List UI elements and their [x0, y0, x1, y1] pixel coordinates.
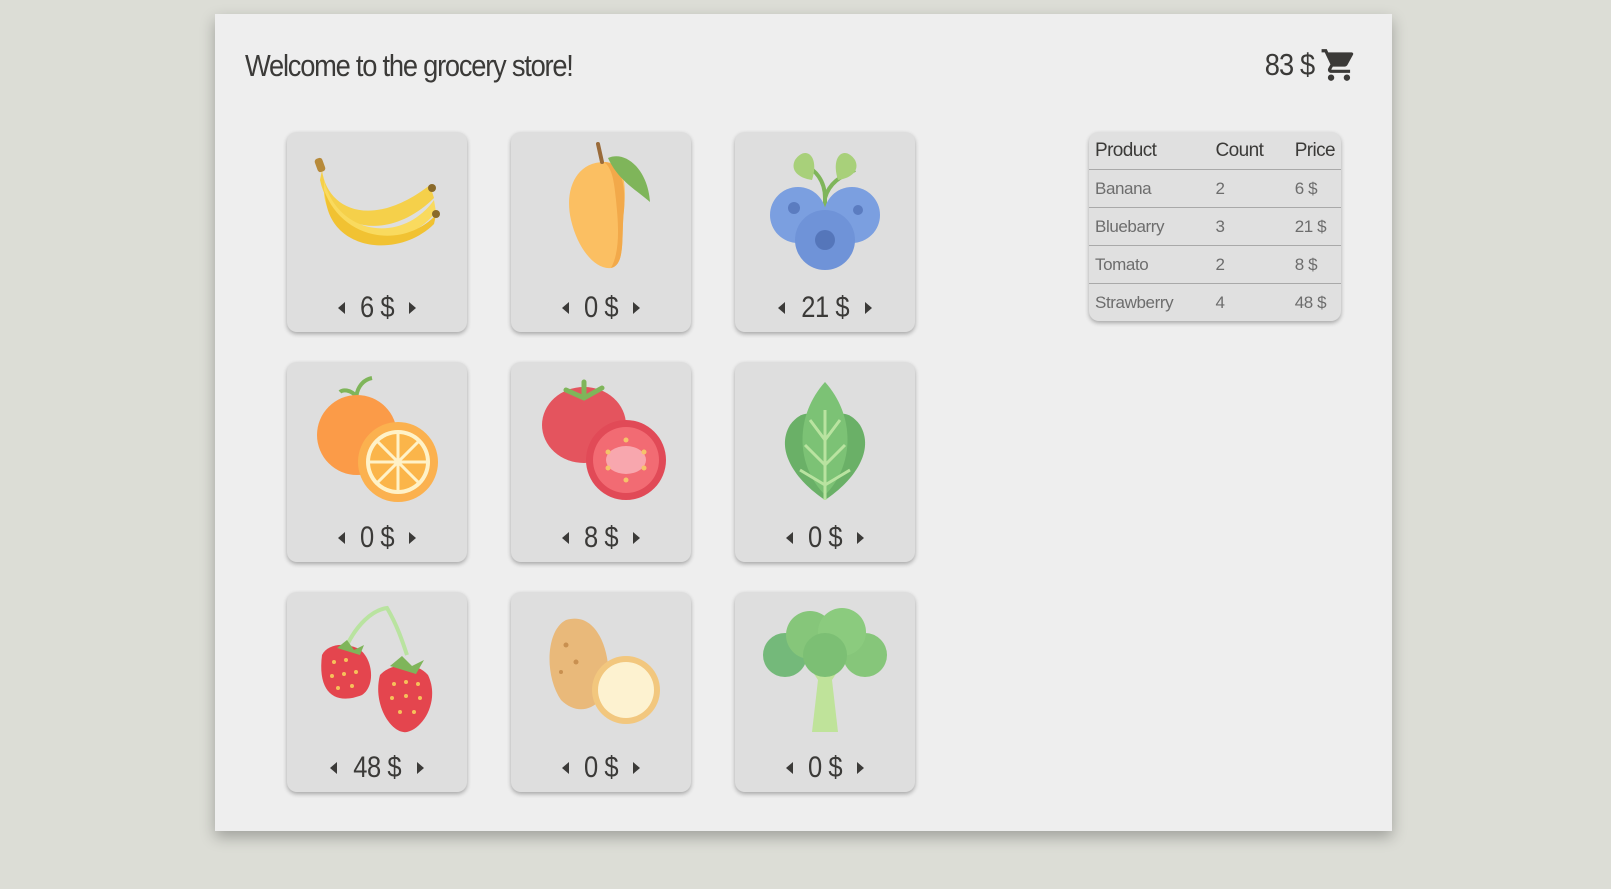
- decrease-arrow[interactable]: [777, 302, 785, 314]
- product-price: 8 $: [583, 521, 619, 554]
- tomato-icon: [542, 379, 666, 500]
- cell-price: 8 $: [1288, 245, 1341, 284]
- potato-icon: [549, 618, 660, 724]
- decrease-arrow[interactable]: [337, 532, 345, 544]
- cell-product: Strawberry: [1089, 283, 1210, 321]
- blueberry-icon: [770, 152, 880, 270]
- header-price: Price: [1294, 139, 1336, 161]
- product-card-potato[interactable]: 0 $: [511, 592, 691, 792]
- decrease-arrow[interactable]: [561, 532, 569, 544]
- shopping-cart-icon[interactable]: [1320, 46, 1358, 84]
- increase-arrow[interactable]: [633, 762, 641, 774]
- table-row: Bluebarry 3 21 $: [1089, 207, 1341, 246]
- cell-count: 2: [1209, 245, 1289, 284]
- cell-product: Banana: [1089, 169, 1210, 208]
- product-price: 0 $: [807, 521, 843, 554]
- increase-arrow[interactable]: [409, 302, 417, 314]
- decrease-arrow[interactable]: [785, 532, 793, 544]
- increase-arrow[interactable]: [865, 302, 873, 314]
- increase-arrow[interactable]: [633, 302, 641, 314]
- mango-icon: [569, 142, 650, 269]
- product-card-strawberry[interactable]: 48 $: [287, 592, 467, 792]
- cell-count: 3: [1209, 207, 1289, 246]
- product-price: 0 $: [359, 521, 395, 554]
- product-price: 0 $: [807, 751, 843, 784]
- cell-count: 2: [1209, 169, 1289, 208]
- product-card-banana[interactable]: 6 $: [287, 132, 467, 332]
- price-control: 48 $: [287, 750, 467, 786]
- cart-table: Product Count Price Banana 2 6 $ Bluebar…: [1089, 132, 1341, 321]
- banana-icon: [314, 157, 440, 246]
- product-card-orange[interactable]: 0 $: [287, 362, 467, 562]
- price-control: 0 $: [735, 520, 915, 556]
- table-row: Tomato 2 8 $: [1089, 245, 1341, 284]
- header-count: Count: [1215, 139, 1264, 161]
- increase-arrow[interactable]: [417, 762, 425, 774]
- product-grid: 6 $ 0 $ 21 $ 0 $ 8 $ 0 $ 48 $ 0 $ 0 $: [287, 132, 915, 792]
- table-header-row: Product Count Price: [1089, 132, 1341, 170]
- broccoli-icon: [763, 608, 887, 732]
- strawberry-icon: [321, 605, 433, 733]
- product-card-mango[interactable]: 0 $: [511, 132, 691, 332]
- cart-total: 83 $: [1264, 47, 1314, 82]
- increase-arrow[interactable]: [857, 532, 865, 544]
- product-price: 0 $: [583, 291, 619, 324]
- store-panel: Welcome to the grocery store! 83 $ 6 $ 0…: [215, 14, 1392, 831]
- table-row: Banana 2 6 $: [1089, 169, 1341, 208]
- price-control: 0 $: [511, 750, 691, 786]
- increase-arrow[interactable]: [857, 762, 865, 774]
- product-card-spinach[interactable]: 0 $: [735, 362, 915, 562]
- decrease-arrow[interactable]: [561, 762, 569, 774]
- product-card-blueberry[interactable]: 21 $: [735, 132, 915, 332]
- decrease-arrow[interactable]: [329, 762, 337, 774]
- spinach-icon: [784, 382, 866, 500]
- cell-price: 6 $: [1288, 169, 1341, 208]
- decrease-arrow[interactable]: [561, 302, 569, 314]
- cart-summary[interactable]: 83 $: [1258, 46, 1358, 84]
- price-control: 0 $: [735, 750, 915, 786]
- cell-product: Bluebarry: [1089, 207, 1210, 246]
- price-control: 0 $: [287, 520, 467, 556]
- cell-price: 48 $: [1288, 283, 1341, 321]
- product-price: 0 $: [583, 751, 619, 784]
- product-price: 6 $: [359, 291, 395, 324]
- orange-icon: [317, 376, 438, 502]
- decrease-arrow[interactable]: [785, 762, 793, 774]
- header-product: Product: [1095, 139, 1157, 161]
- cell-product: Tomato: [1089, 245, 1210, 284]
- product-card-broccoli[interactable]: 0 $: [735, 592, 915, 792]
- decrease-arrow[interactable]: [337, 302, 345, 314]
- cell-count: 4: [1209, 283, 1289, 321]
- price-control: 0 $: [511, 290, 691, 326]
- product-card-tomato[interactable]: 8 $: [511, 362, 691, 562]
- product-price: 21 $: [801, 291, 849, 324]
- price-control: 8 $: [511, 520, 691, 556]
- increase-arrow[interactable]: [633, 532, 641, 544]
- increase-arrow[interactable]: [409, 532, 417, 544]
- page-title: Welcome to the grocery store!: [245, 48, 574, 83]
- price-control: 21 $: [735, 290, 915, 326]
- product-price: 48 $: [353, 751, 401, 784]
- table-row: Strawberry 4 48 $: [1089, 283, 1341, 321]
- price-control: 6 $: [287, 290, 467, 326]
- cell-price: 21 $: [1288, 207, 1341, 246]
